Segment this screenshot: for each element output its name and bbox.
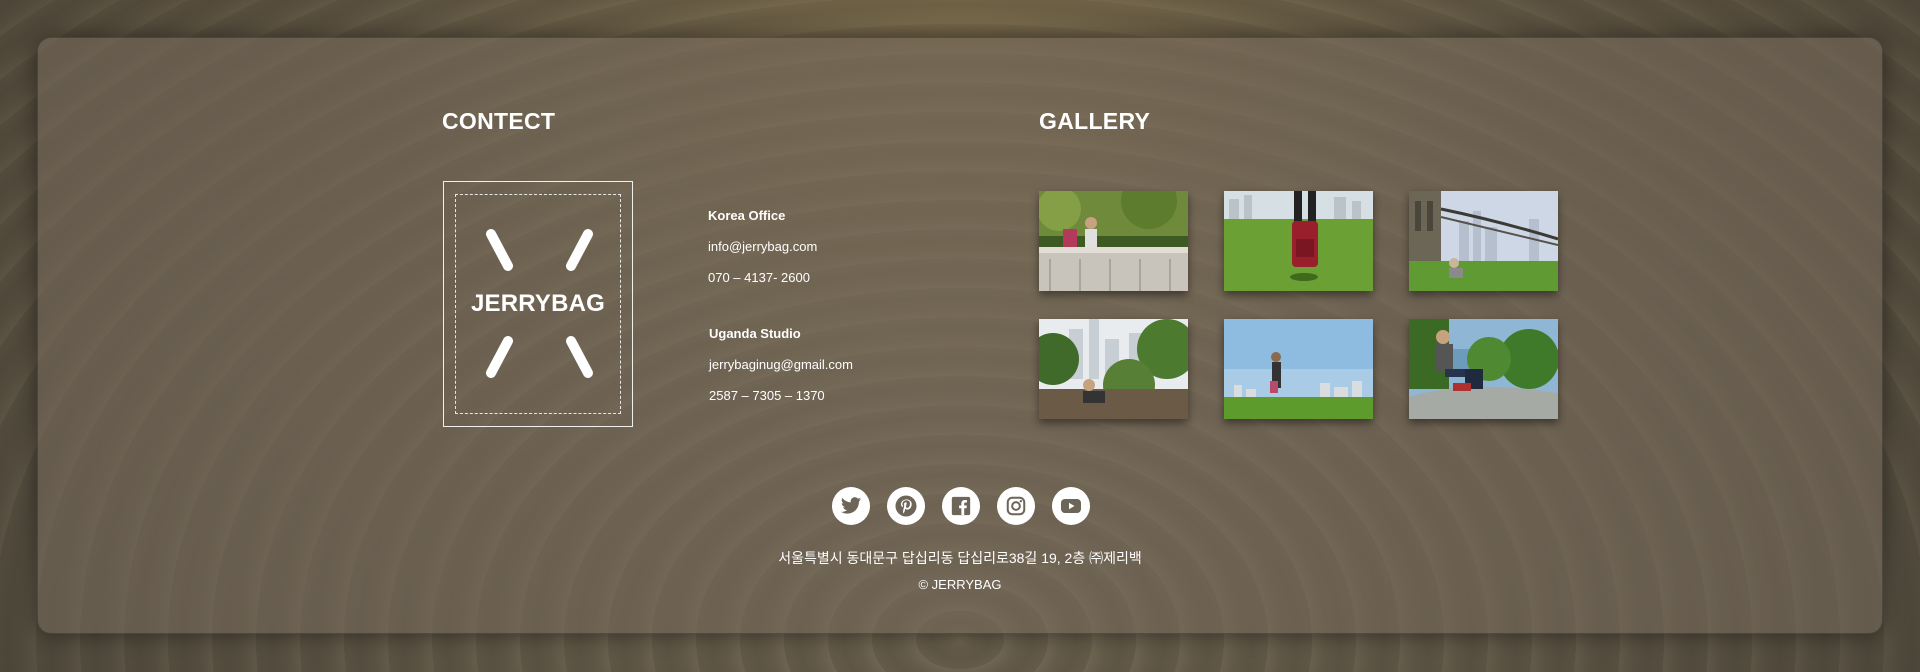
youtube-icon[interactable] <box>1052 487 1090 525</box>
gallery-image-woman-on-wall[interactable] <box>1039 191 1188 291</box>
office-korea: Korea Office info@jerrybag.com 070 – 413… <box>708 208 817 301</box>
office-phone[interactable]: 2587 – 7305 – 1370 <box>709 388 853 403</box>
office-title: Korea Office <box>708 208 786 223</box>
office-uganda: Uganda Studio jerrybaginug@gmail.com 258… <box>709 326 853 419</box>
gallery-image-bridge-park[interactable] <box>1409 191 1558 291</box>
pinterest-icon[interactable] <box>887 487 925 525</box>
facebook-icon[interactable] <box>942 487 980 525</box>
twitter-icon[interactable] <box>832 487 870 525</box>
gallery-image-skyline-hill[interactable] <box>1224 319 1373 419</box>
gallery-image-city-forest[interactable] <box>1039 319 1188 419</box>
office-email[interactable]: jerrybaginug@gmail.com <box>709 357 853 372</box>
office-phone[interactable]: 070 – 4137- 2600 <box>708 270 817 285</box>
office-title: Uganda Studio <box>709 326 801 341</box>
gallery-heading: GALLERY <box>1039 108 1151 134</box>
social-links <box>832 487 1090 525</box>
logo-text: JERRYBAG <box>470 290 606 317</box>
footer-panel <box>37 37 1883 634</box>
instagram-icon[interactable] <box>997 487 1035 525</box>
contact-heading: CONTECT <box>442 108 556 134</box>
office-email[interactable]: info@jerrybag.com <box>708 239 817 254</box>
footer-copyright: © JERRYBAG <box>918 577 1002 592</box>
gallery-image-man-on-rock[interactable] <box>1409 319 1558 419</box>
jerrybag-logo[interactable]: JERRYBAG <box>443 181 633 427</box>
footer-address: 서울특별시 동대문구 답십리동 답십리로38길 19, 2층 ㈜제리백 <box>778 550 1142 566</box>
gallery-image-red-backpack[interactable] <box>1224 191 1373 291</box>
